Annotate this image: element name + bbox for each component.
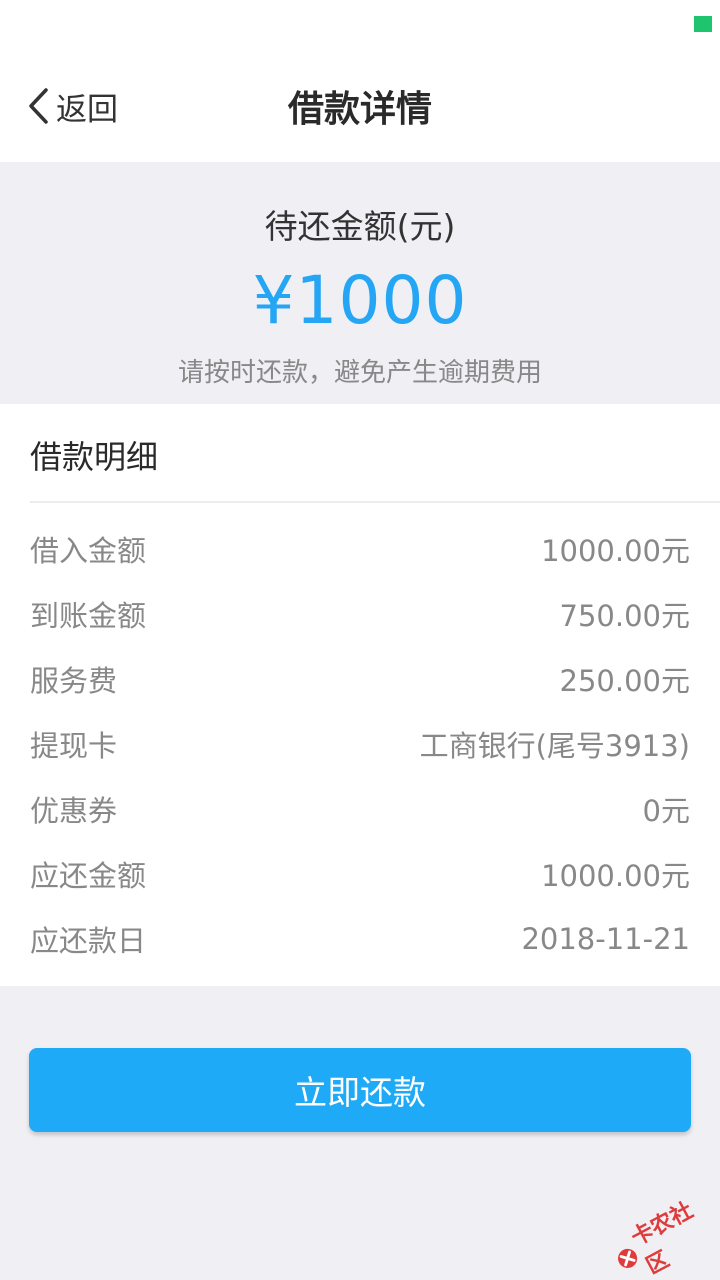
detail-label: 应还金额 [30,859,147,893]
status-bar [0,0,720,50]
details-title: 借款明细 [30,438,159,476]
detail-label: 服务费 [30,664,118,698]
summary-amount: ¥1000 [252,262,468,339]
detail-value: 2018-11-21 [521,922,690,956]
detail-value: 工商银行(尾号3913) [419,729,690,763]
detail-label: 应还款日 [30,924,147,958]
detail-row-coupon: 优惠券 0元 [30,785,690,833]
detail-label: 借入金额 [30,534,147,568]
repay-now-button[interactable]: 立即还款 [29,1048,691,1132]
detail-value: 250.00元 [559,664,690,698]
nav-bar: 返回 借款详情 [0,50,720,162]
watermark-text: 卡农社区 [627,1198,698,1280]
detail-value: 1000.00元 [541,534,690,568]
detail-value: 1000.00元 [541,859,690,893]
watermark: 卡农社区 [603,1184,720,1280]
detail-row-received: 到账金额 750.00元 [30,590,690,638]
loan-details-card: 借款明细 借入金额 1000.00元 到账金额 750.00元 服务费 250.… [0,404,720,986]
summary-tip: 请按时还款，避免产生逾期费用 [177,358,542,388]
detail-value: 750.00元 [559,599,690,633]
detail-label: 优惠券 [30,794,118,828]
detail-row-due-date: 应还款日 2018-11-21 [30,915,690,963]
detail-label: 提现卡 [30,729,118,763]
detail-row-service-fee: 服务费 250.00元 [30,655,690,703]
details-divider [30,501,720,503]
summary-title: 待还金额(元) [264,207,456,246]
signal-indicator-icon [694,16,712,32]
detail-value: 0元 [642,794,690,828]
detail-row-borrowed: 借入金额 1000.00元 [30,525,690,573]
detail-label: 到账金额 [30,599,147,633]
detail-row-withdraw-card: 提现卡 工商银行(尾号3913) [30,720,690,768]
detail-row-amount-due: 应还金额 1000.00元 [30,850,690,898]
repayment-summary: 待还金额(元) ¥1000 请按时还款，避免产生逾期费用 [0,162,720,404]
page-title: 借款详情 [287,89,432,130]
